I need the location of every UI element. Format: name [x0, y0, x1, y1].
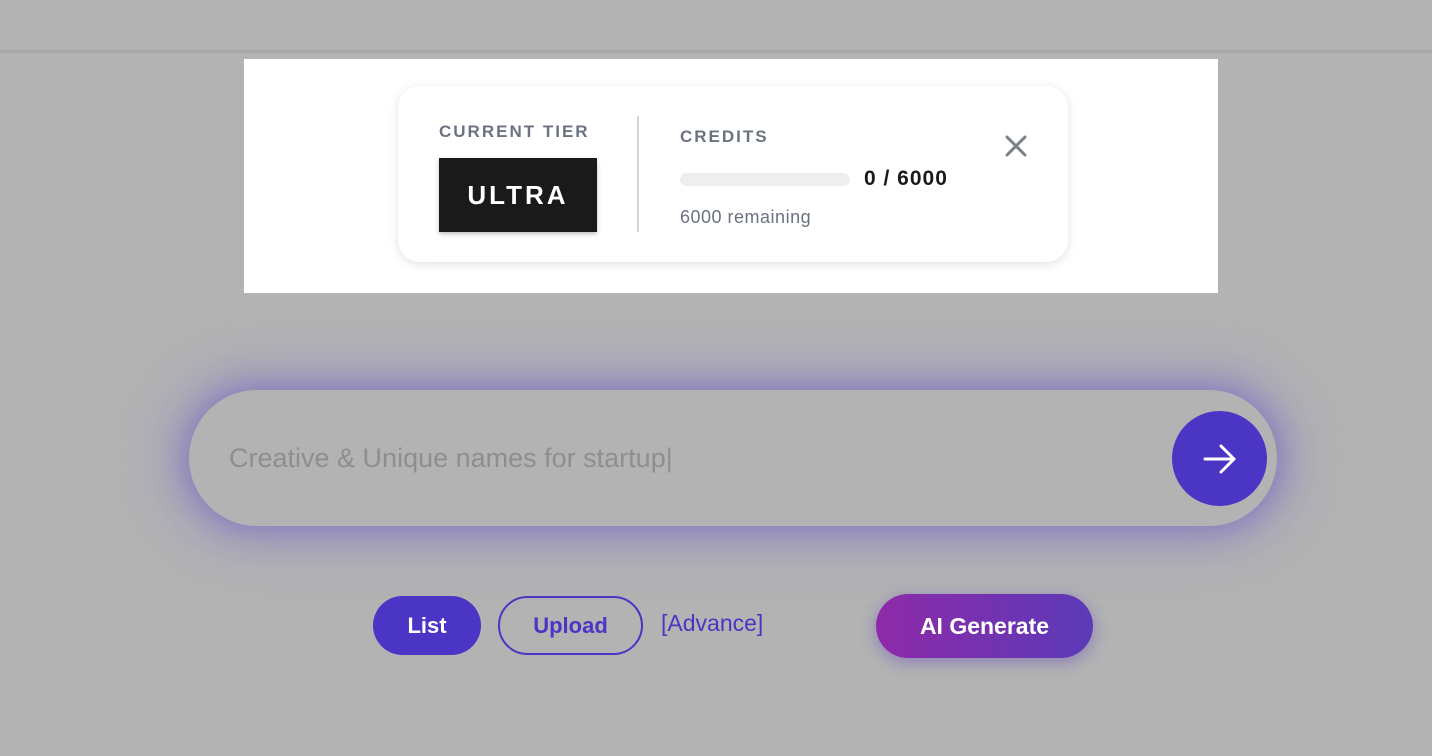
credits-label: CREDITS — [680, 127, 769, 146]
search-input[interactable] — [229, 428, 1149, 488]
credits-progress-bar — [680, 173, 850, 186]
tier-label: CURRENT TIER — [439, 122, 590, 141]
tier-badge: ULTRA — [439, 158, 597, 232]
divider — [637, 116, 639, 232]
advance-link[interactable]: [Advance] — [661, 610, 763, 637]
arrow-right-icon — [1203, 444, 1235, 473]
upload-button[interactable]: Upload — [498, 596, 643, 655]
close-icon — [1005, 135, 1027, 157]
credits-remaining: 6000 remaining — [680, 207, 812, 227]
submit-button[interactable] — [1172, 411, 1267, 506]
credits-count: 0 / 6000 — [864, 167, 948, 190]
tier-popup: CURRENT TIER ULTRA CREDITS 0 / 6000 6000… — [398, 86, 1068, 262]
close-button[interactable] — [998, 128, 1034, 164]
list-button[interactable]: List — [373, 596, 481, 655]
search-box — [189, 390, 1277, 526]
ai-generate-button[interactable]: AI Generate — [876, 594, 1093, 658]
top-bar — [0, 0, 1432, 51]
